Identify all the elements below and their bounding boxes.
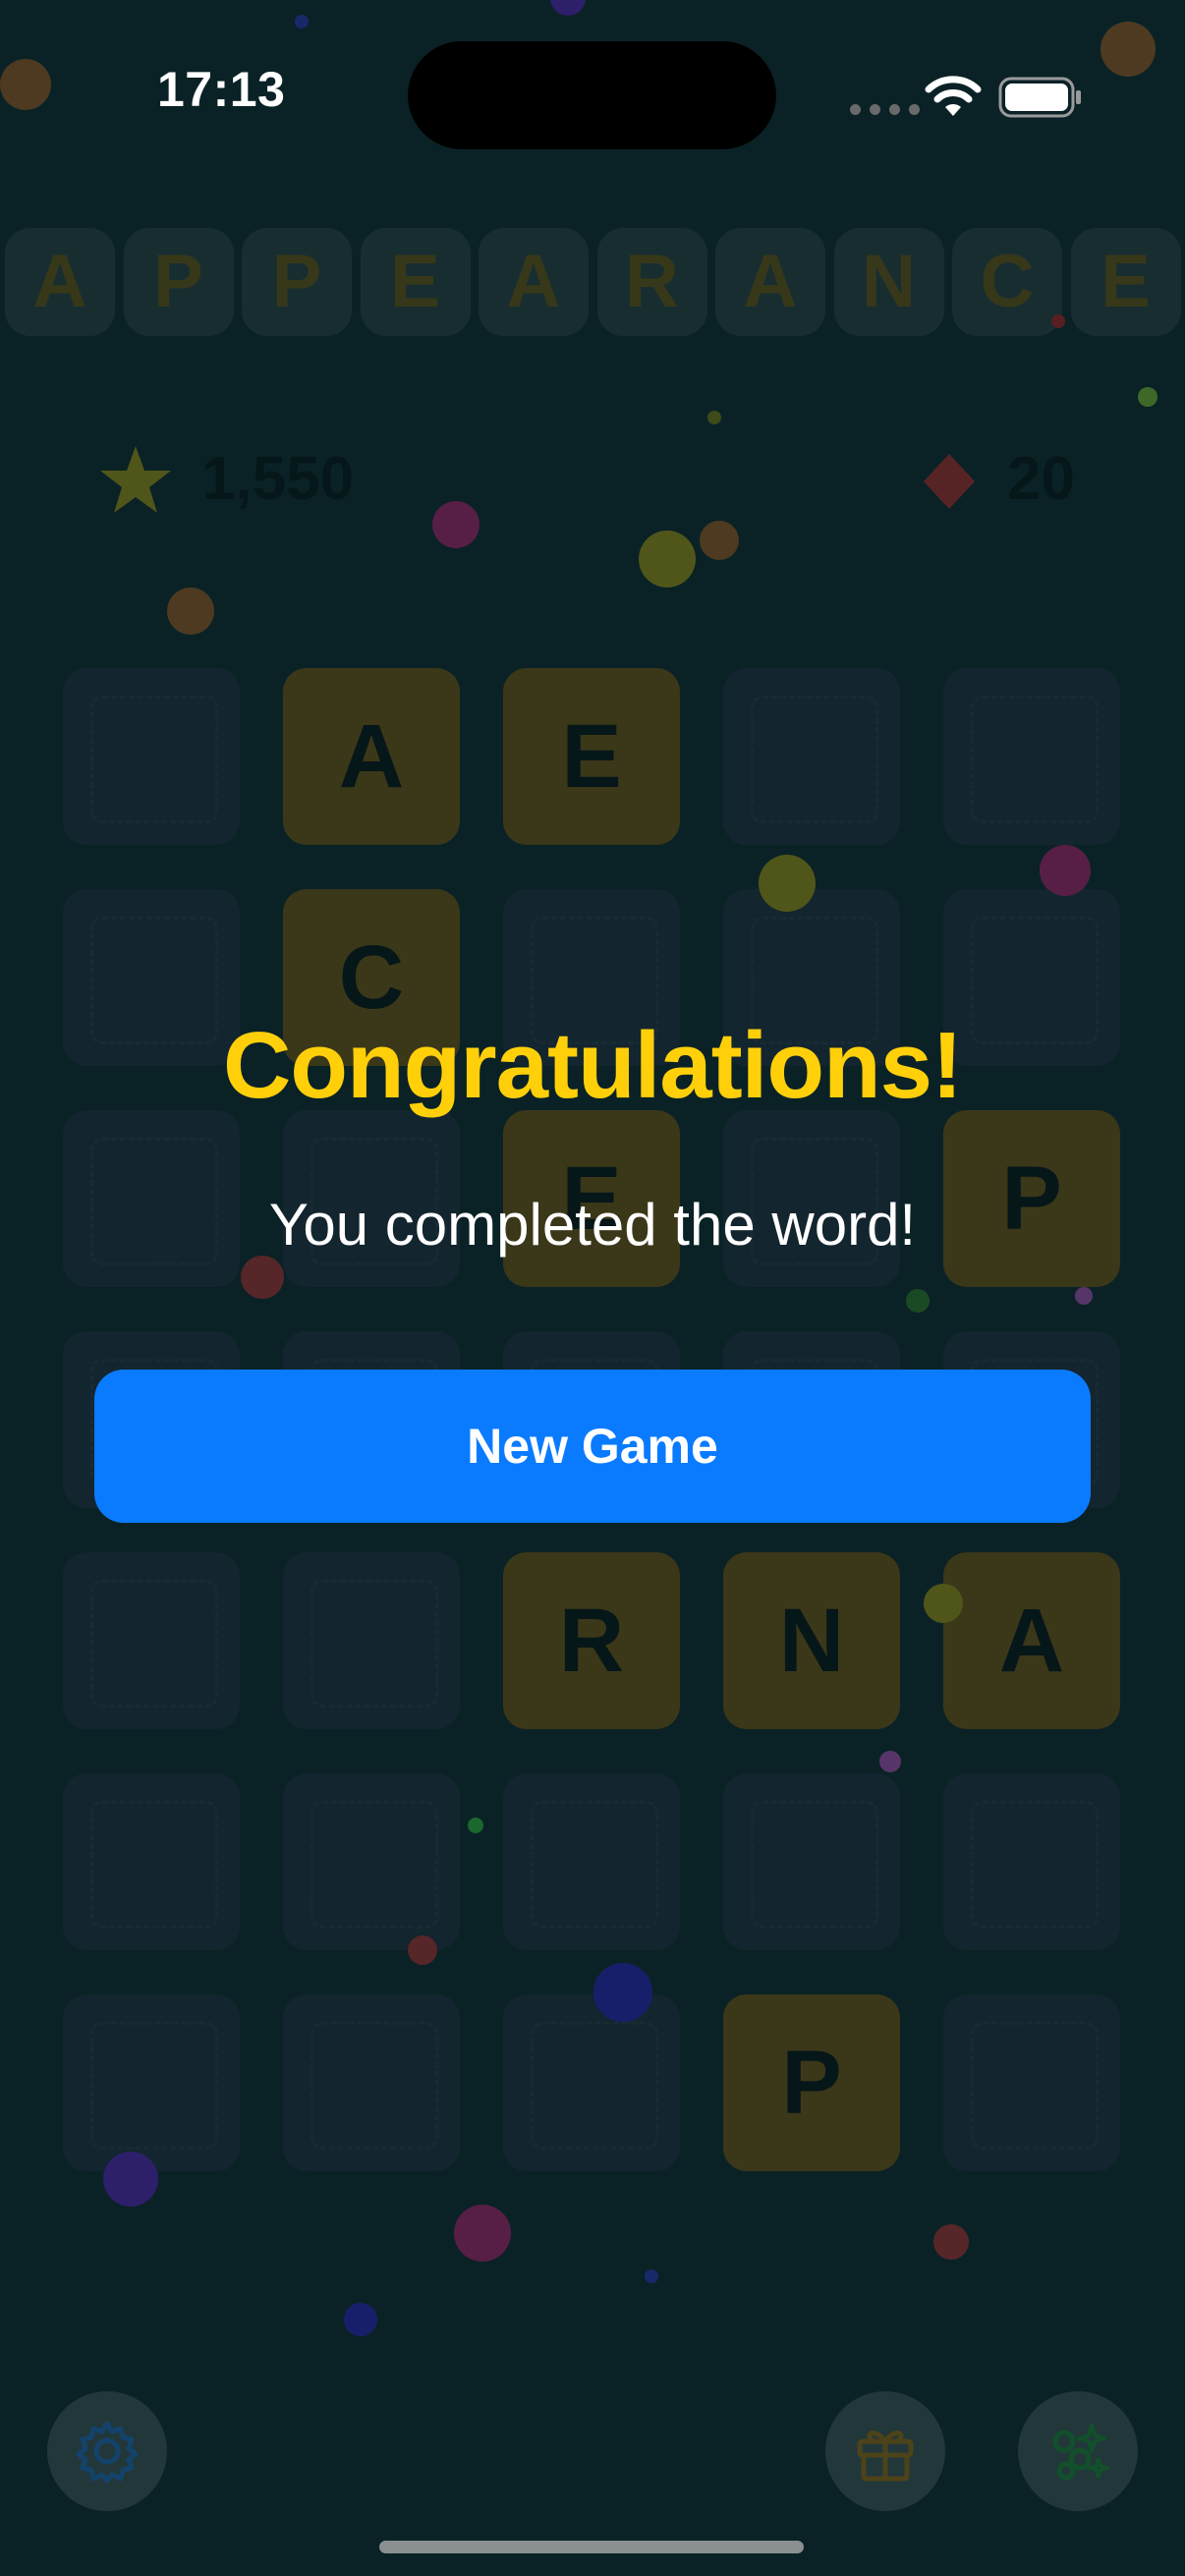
confetti-dot bbox=[408, 1935, 437, 1965]
word-letter-tile: A bbox=[479, 228, 589, 336]
empty-tile[interactable] bbox=[503, 1994, 680, 2171]
confetti-dot bbox=[1040, 845, 1091, 896]
word-letter-tile: N bbox=[833, 228, 944, 336]
empty-tile[interactable] bbox=[63, 1994, 240, 2171]
confetti-dot bbox=[0, 59, 51, 110]
confetti-dot bbox=[933, 2224, 969, 2260]
gem-icon bbox=[924, 454, 975, 509]
score-value: 1,550 bbox=[201, 445, 355, 513]
word-letter-tile: P bbox=[242, 228, 352, 336]
confetti-dot bbox=[700, 521, 739, 560]
word-letter-tile: R bbox=[596, 228, 707, 336]
confetti-dot bbox=[295, 15, 309, 28]
empty-tile[interactable] bbox=[723, 668, 900, 845]
confetti-dot bbox=[1051, 314, 1065, 328]
confetti-dot bbox=[924, 1584, 963, 1623]
word-letter-tile: P bbox=[123, 228, 234, 336]
gift-button[interactable] bbox=[825, 2391, 945, 2511]
gift-icon bbox=[857, 2430, 914, 2482]
letter-tile[interactable]: A bbox=[283, 668, 460, 845]
confetti-dot bbox=[1100, 22, 1156, 77]
confetti-dot bbox=[593, 1963, 652, 2022]
word-letter-tile: E bbox=[1070, 228, 1181, 336]
confetti-dot bbox=[454, 2205, 511, 2262]
confetti-dot bbox=[645, 2269, 658, 2283]
letter-tile[interactable]: E bbox=[503, 668, 680, 845]
letter-tile[interactable]: A bbox=[943, 1552, 1120, 1729]
confetti-dot bbox=[241, 1256, 284, 1299]
confetti-dot bbox=[550, 0, 586, 16]
empty-tile[interactable] bbox=[943, 1994, 1120, 2171]
confetti-dot bbox=[707, 411, 721, 424]
confetti-dot bbox=[468, 1818, 483, 1833]
empty-tile[interactable] bbox=[283, 1773, 460, 1950]
empty-tile[interactable] bbox=[283, 1994, 460, 2171]
word-letter-tile: C bbox=[952, 228, 1062, 336]
confetti-dot bbox=[879, 1751, 901, 1772]
confetti-dot bbox=[432, 501, 480, 548]
confetti-dot bbox=[1075, 1287, 1093, 1305]
sparkles-icon bbox=[1052, 2424, 1109, 2481]
word-letter-tile: A bbox=[715, 228, 825, 336]
confetti-dot bbox=[639, 531, 696, 588]
gem-count: 20 bbox=[1007, 445, 1075, 513]
status-time: 17:13 bbox=[157, 62, 286, 117]
letter-tile[interactable]: N bbox=[723, 1552, 900, 1729]
confetti-dot bbox=[906, 1289, 930, 1313]
home-indicator[interactable] bbox=[379, 2541, 804, 2553]
battery-icon bbox=[998, 77, 1081, 118]
hint-button[interactable] bbox=[1018, 2391, 1138, 2511]
letter-tile[interactable]: P bbox=[723, 1994, 900, 2171]
confetti-dot bbox=[167, 588, 214, 635]
empty-tile[interactable] bbox=[63, 668, 240, 845]
word-letter-tile: E bbox=[360, 228, 471, 336]
congratulations-title: Congratulations! bbox=[223, 1013, 963, 1118]
confetti-dot bbox=[344, 2303, 377, 2336]
new-game-button[interactable]: New Game bbox=[94, 1370, 1091, 1523]
empty-tile[interactable] bbox=[943, 1773, 1120, 1950]
letter-tile[interactable]: R bbox=[503, 1552, 680, 1729]
empty-tile[interactable] bbox=[283, 1552, 460, 1729]
empty-tile[interactable] bbox=[63, 1552, 240, 1729]
confetti-dot bbox=[103, 2152, 158, 2207]
settings-button[interactable] bbox=[47, 2391, 167, 2511]
star-icon bbox=[100, 446, 171, 513]
confetti-dot bbox=[759, 855, 816, 912]
dynamic-island bbox=[408, 41, 776, 149]
empty-tile[interactable] bbox=[723, 1773, 900, 1950]
cellular-signal-icon bbox=[850, 104, 920, 115]
gear-icon bbox=[76, 2421, 139, 2484]
completion-message: You completed the word! bbox=[268, 1192, 917, 1258]
game-screen: 17:13 APPEARANCE 1,550 20 AECEPRNAP Cong… bbox=[0, 0, 1185, 2576]
confetti-dot bbox=[1138, 387, 1157, 407]
wifi-icon bbox=[925, 76, 982, 116]
empty-tile[interactable] bbox=[503, 1773, 680, 1950]
empty-tile[interactable] bbox=[63, 1773, 240, 1950]
word-letter-tile: A bbox=[5, 228, 115, 336]
empty-tile[interactable] bbox=[943, 668, 1120, 845]
